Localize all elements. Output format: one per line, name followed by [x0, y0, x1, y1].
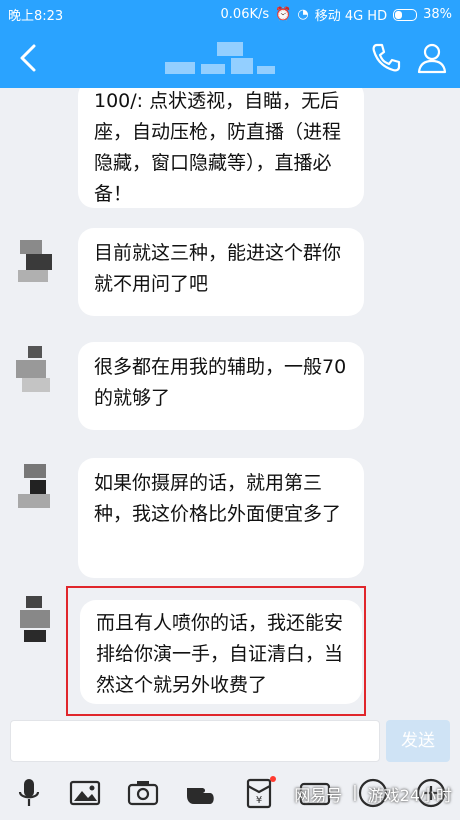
- avatar[interactable]: [10, 596, 62, 648]
- message-bubble[interactable]: 目前就这三种，能进这个群你就不用问了吧: [78, 228, 364, 316]
- avatar[interactable]: [10, 462, 62, 514]
- contact-name-blurred: [165, 42, 285, 76]
- back-arrow-icon[interactable]: [10, 38, 50, 78]
- send-button[interactable]: 发送: [386, 720, 450, 762]
- message-bubble[interactable]: 100/: 点状透视，自瞄，无后座，自动压枪，防直播（进程隐藏，窗口隐藏等），直…: [78, 88, 364, 208]
- status-time: 晚上8:23: [8, 9, 64, 24]
- camera-icon[interactable]: [126, 776, 160, 810]
- phone-icon[interactable]: [368, 40, 404, 76]
- chat-messages[interactable]: 100/: 点状透视，自瞄，无后座，自动压枪，防直播（进程隐藏，窗口隐藏等），直…: [0, 88, 460, 716]
- profile-icon[interactable]: [414, 40, 450, 76]
- battery-icon: [393, 8, 418, 21]
- message-bubble[interactable]: 如果你摄屏的话，就用第三种，我这价格比外面便宜多了: [78, 458, 364, 578]
- watermark-author: 游戏24小时: [367, 786, 452, 805]
- message-bubble[interactable]: 而且有人喷你的话，我还能安排给你演一手，自证清白，当然这个就另外收费了: [80, 600, 362, 704]
- input-bar: 发送: [0, 716, 460, 768]
- message-input[interactable]: [10, 720, 380, 762]
- network-speed: 0.06K/s: [220, 7, 270, 22]
- svg-text:¥: ¥: [256, 795, 262, 806]
- red-packet-icon[interactable]: ¥: [242, 776, 276, 810]
- gesture-icon[interactable]: [184, 776, 218, 810]
- battery-percent: 38%: [423, 7, 452, 22]
- wifi-icon: ◔: [297, 7, 309, 22]
- avatar[interactable]: [10, 236, 62, 288]
- carrier-label: 移动 4G HD: [314, 9, 388, 24]
- message-bubble[interactable]: 很多都在用我的辅助，一般70的就够了: [78, 342, 364, 430]
- microphone-icon[interactable]: [12, 776, 46, 810]
- watermark: 网易号 | 游戏24小时: [294, 782, 452, 805]
- avatar[interactable]: [10, 346, 62, 398]
- status-bar: 晚上8:23 0.06K/s ⏰ ◔ 移动 4G HD 38%: [0, 0, 460, 26]
- alarm-icon: ⏰: [275, 7, 292, 22]
- chat-header: [0, 26, 460, 88]
- image-icon[interactable]: [68, 776, 102, 810]
- watermark-source: 网易号: [294, 786, 343, 805]
